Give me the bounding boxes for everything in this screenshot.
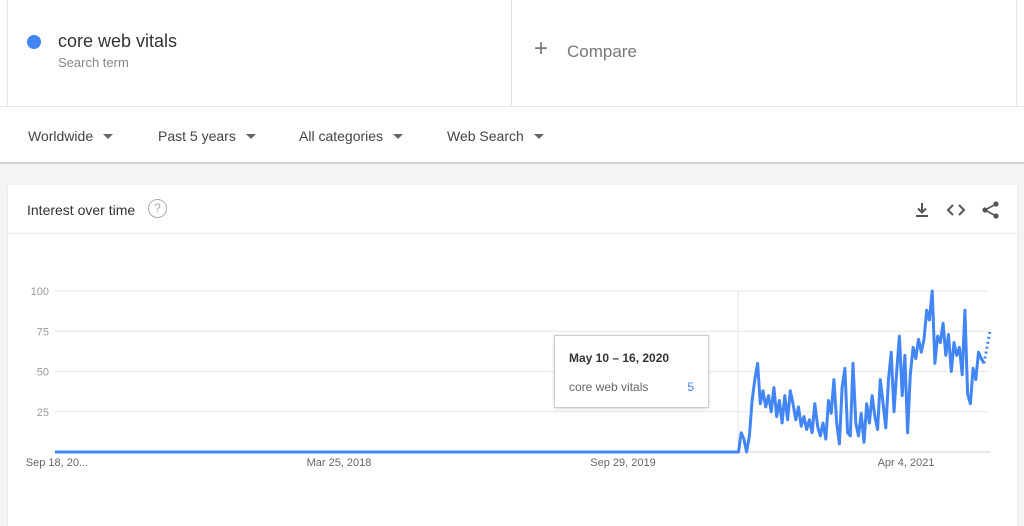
y-tick-label: 25: [37, 407, 49, 419]
x-tick-label: Mar 25, 2018: [307, 457, 372, 469]
tooltip-date: May 10 – 16, 2020: [569, 351, 670, 365]
chart-tooltip: May 10 – 16, 2020 core web vitals 5: [554, 335, 709, 408]
y-tick-label: 100: [31, 286, 49, 298]
x-tick-label: Sep 18, 20...: [26, 457, 88, 469]
y-tick-label: 75: [37, 326, 49, 338]
tooltip-term: core web vitals: [569, 380, 649, 394]
interest-line-chart[interactable]: 25 50 75 100 Sep 18, 20... Mar 25, 2018 Sep 29…: [0, 0, 1024, 526]
x-tick-label: Apr 4, 2021: [878, 457, 935, 469]
y-tick-label: 50: [37, 367, 49, 379]
series-partial-line: [982, 331, 992, 364]
x-tick-label: Sep 29, 2019: [590, 457, 655, 469]
tooltip-value: 5: [687, 380, 694, 394]
